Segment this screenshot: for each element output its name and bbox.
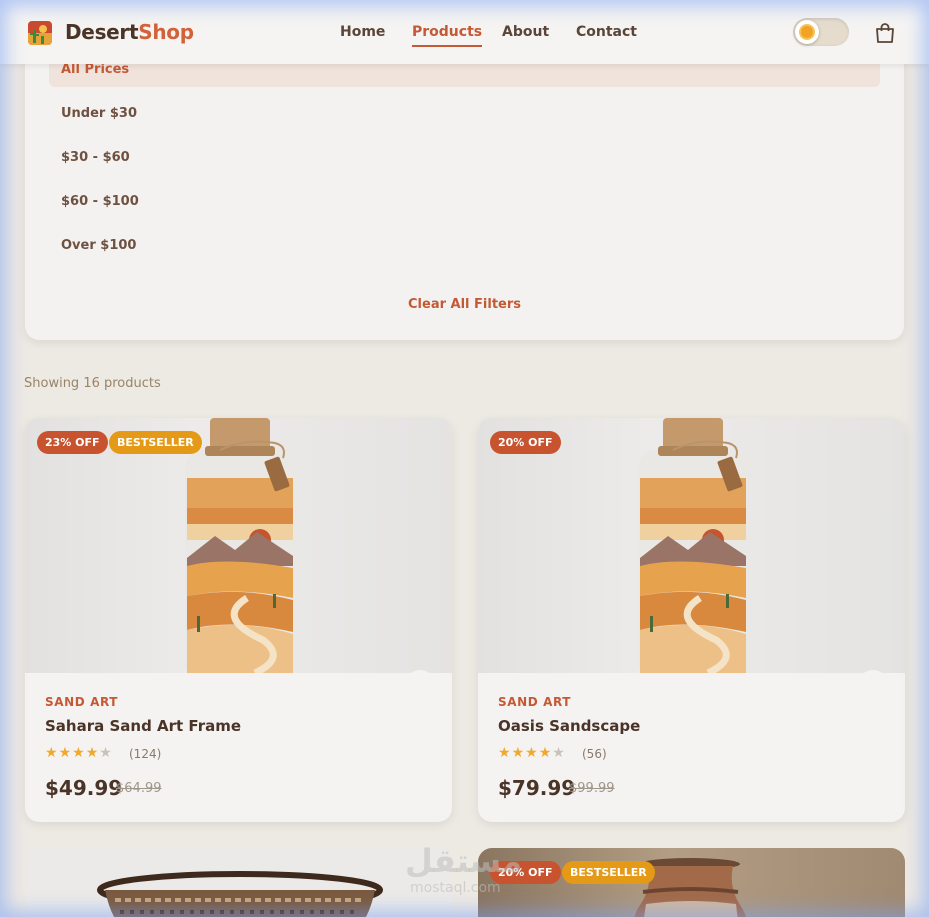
review-count: (124) (129, 747, 162, 761)
product-category: SAND ART (45, 695, 119, 709)
product-price: $79.99 (498, 776, 576, 800)
nav-home[interactable]: Home (340, 24, 385, 40)
site-header: DesertShop Home Products About Contact (0, 0, 929, 64)
discount-badge: 20% OFF (490, 431, 561, 454)
star-icon: ★ (45, 745, 59, 761)
watermark-url: mostaql.com (410, 880, 501, 896)
product-name[interactable]: Sahara Sand Art Frame (45, 717, 241, 735)
theme-toggle-sun-icon (801, 26, 813, 38)
star-icon: ★ (498, 745, 512, 761)
star-icon: ★ (525, 745, 539, 761)
nav-about[interactable]: About (502, 24, 549, 40)
clear-filters-button[interactable]: Clear All Filters (25, 297, 904, 312)
star-rating: ★★★★★ (498, 745, 566, 761)
star-rating: ★★★★★ (45, 745, 113, 761)
star-empty-icon: ★ (99, 745, 113, 761)
brand-part-desert: Desert (65, 20, 139, 44)
product-image[interactable] (478, 418, 905, 673)
woven-basket-image[interactable] (25, 848, 452, 917)
bestseller-badge: BESTSELLER (109, 431, 202, 454)
product-name[interactable]: Oasis Sandscape (498, 717, 640, 735)
price-option-under-30[interactable]: Under $30 (61, 106, 137, 121)
product-price: $49.99 (45, 776, 123, 800)
shopping-bag-icon[interactable] (874, 22, 896, 44)
original-price: $64.99 (116, 781, 162, 796)
brand-part-shop: Shop (138, 20, 194, 44)
watermark-arabic: مستقل (405, 842, 523, 880)
star-icon: ★ (538, 745, 553, 761)
theme-toggle[interactable] (793, 18, 849, 46)
star-icon: ★ (72, 745, 86, 761)
price-option-30-60[interactable]: $30 - $60 (61, 150, 130, 165)
product-count: Showing 16 products (24, 376, 161, 391)
wishlist-button[interactable] (858, 670, 888, 700)
review-count: (56) (582, 747, 607, 761)
product-card[interactable] (25, 848, 452, 917)
nav-contact[interactable]: Contact (576, 24, 637, 40)
discount-badge: 23% OFF (37, 431, 108, 454)
product-card[interactable]: 20% OFF BESTSELLER (478, 848, 905, 917)
star-empty-icon: ★ (552, 745, 566, 761)
star-icon: ★ (58, 745, 73, 761)
wishlist-button[interactable] (405, 670, 435, 700)
price-filter-panel: All Prices Under $30 $30 - $60 $60 - $10… (25, 40, 904, 340)
logo-icon[interactable] (28, 21, 52, 45)
star-icon: ★ (85, 745, 100, 761)
bestseller-badge: BESTSELLER (562, 861, 655, 884)
nav-products[interactable]: Products (412, 24, 483, 47)
original-price: $99.99 (569, 781, 615, 796)
theme-toggle-knob (795, 20, 819, 44)
brand-name[interactable]: DesertShop (65, 20, 194, 44)
product-image[interactable] (25, 418, 452, 673)
product-card[interactable]: 23% OFF BESTSELLER SAND ART Sahara Sand … (25, 418, 452, 822)
price-option-over-100[interactable]: Over $100 (61, 238, 136, 253)
price-option-label: All Prices (61, 62, 130, 77)
star-icon: ★ (511, 745, 526, 761)
price-option-60-100[interactable]: $60 - $100 (61, 194, 139, 209)
product-category: SAND ART (498, 695, 572, 709)
product-card[interactable]: 20% OFF SAND ART Oasis Sandscape ★★★★★ (… (478, 418, 905, 822)
